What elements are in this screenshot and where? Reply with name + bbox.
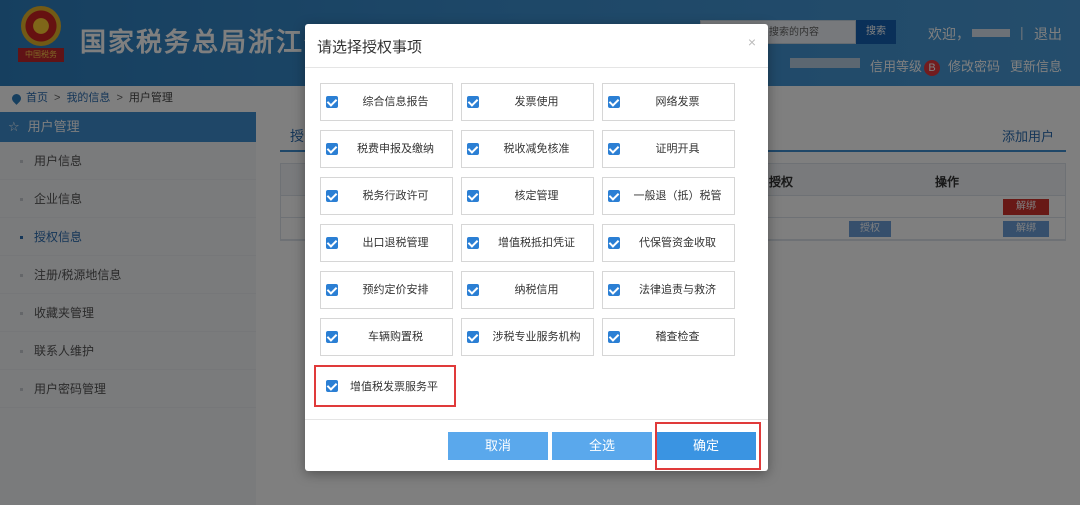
checkbox-checked-icon[interactable] (467, 96, 479, 108)
auth-item-label: 纳税信用 (514, 284, 559, 296)
auth-item[interactable]: 增值税抵扣凭证 (461, 224, 594, 262)
checkbox-checked-icon[interactable] (608, 331, 620, 343)
checkbox-checked-icon[interactable] (326, 237, 338, 249)
auth-item-label: 车辆购置税 (368, 331, 423, 343)
checkbox-checked-icon[interactable] (608, 284, 620, 296)
auth-item-label: 涉税专业服务机构 (492, 331, 581, 343)
auth-item[interactable]: 税费申报及缴纳 (320, 130, 453, 168)
dialog-title: 请选择授权事项 (317, 39, 423, 56)
auth-item-label: 税收减免核准 (503, 143, 570, 155)
auth-item-label: 综合信息报告 (362, 96, 429, 108)
checkbox-checked-icon[interactable] (326, 143, 338, 155)
confirm-highlight-box (655, 422, 761, 470)
auth-item[interactable]: 发票使用 (461, 83, 594, 121)
checkbox-checked-icon[interactable] (326, 331, 338, 343)
auth-item-highlighted[interactable]: 增值税发票服务平 (314, 365, 456, 407)
checkbox-checked-icon[interactable] (608, 143, 620, 155)
checkbox-checked-icon[interactable] (326, 190, 338, 202)
auth-item[interactable]: 预约定价安排 (320, 271, 453, 309)
auth-item-label: 增值税发票服务平 (350, 381, 438, 393)
auth-item[interactable]: 出口退税管理 (320, 224, 453, 262)
auth-item-label: 代保管资金收取 (639, 237, 716, 249)
checkbox-checked-icon[interactable] (608, 237, 620, 249)
auth-item-label: 增值税抵扣凭证 (498, 237, 575, 249)
auth-item[interactable]: 网络发票 (602, 83, 735, 121)
checkbox-checked-icon[interactable] (326, 284, 338, 296)
auth-item-label: 出口退税管理 (362, 237, 429, 249)
auth-item-label: 稽查检查 (655, 331, 700, 343)
auth-item-label: 一般退（抵）税管 (633, 190, 722, 202)
auth-item[interactable]: 稽查检查 (602, 318, 735, 356)
auth-item[interactable]: 纳税信用 (461, 271, 594, 309)
checkbox-checked-icon[interactable] (608, 190, 620, 202)
auth-item-label: 税费申报及缴纳 (357, 143, 434, 155)
auth-item[interactable]: 涉税专业服务机构 (461, 318, 594, 356)
auth-item[interactable]: 核定管理 (461, 177, 594, 215)
close-icon[interactable]: × (748, 34, 756, 50)
auth-item[interactable]: 综合信息报告 (320, 83, 453, 121)
checkbox-checked-icon[interactable] (326, 380, 338, 392)
auth-item[interactable]: 法律追责与救济 (602, 271, 735, 309)
auth-item-label: 法律追责与救济 (639, 284, 716, 296)
auth-item[interactable]: 证明开具 (602, 130, 735, 168)
auth-item[interactable]: 税务行政许可 (320, 177, 453, 215)
auth-item-label: 预约定价安排 (362, 284, 429, 296)
select-all-button[interactable]: 全选 (552, 432, 652, 460)
checkbox-checked-icon[interactable] (467, 331, 479, 343)
auth-item-label: 税务行政许可 (362, 190, 429, 202)
checkbox-checked-icon[interactable] (467, 143, 479, 155)
checkbox-checked-icon[interactable] (467, 237, 479, 249)
auth-item[interactable]: 一般退（抵）税管 (602, 177, 735, 215)
checkbox-checked-icon[interactable] (467, 284, 479, 296)
auth-item-label: 网络发票 (655, 96, 700, 108)
checkbox-checked-icon[interactable] (467, 190, 479, 202)
dialog-header: 请选择授权事项 × (305, 24, 768, 68)
auth-item-label: 发票使用 (514, 96, 559, 108)
auth-items-dialog: 请选择授权事项 × 综合信息报告 发票使用 网络发票 税费申报及缴纳 税收减免核… (305, 24, 768, 471)
auth-item-label: 核定管理 (514, 190, 559, 202)
auth-item[interactable]: 车辆购置税 (320, 318, 453, 356)
checkbox-checked-icon[interactable] (608, 96, 620, 108)
cancel-button[interactable]: 取消 (448, 432, 548, 460)
auth-item[interactable]: 税收减免核准 (461, 130, 594, 168)
auth-item[interactable]: 代保管资金收取 (602, 224, 735, 262)
dialog-footer: 取消 全选 确定 (305, 419, 768, 471)
checkbox-checked-icon[interactable] (326, 96, 338, 108)
auth-item-label: 证明开具 (655, 143, 700, 155)
